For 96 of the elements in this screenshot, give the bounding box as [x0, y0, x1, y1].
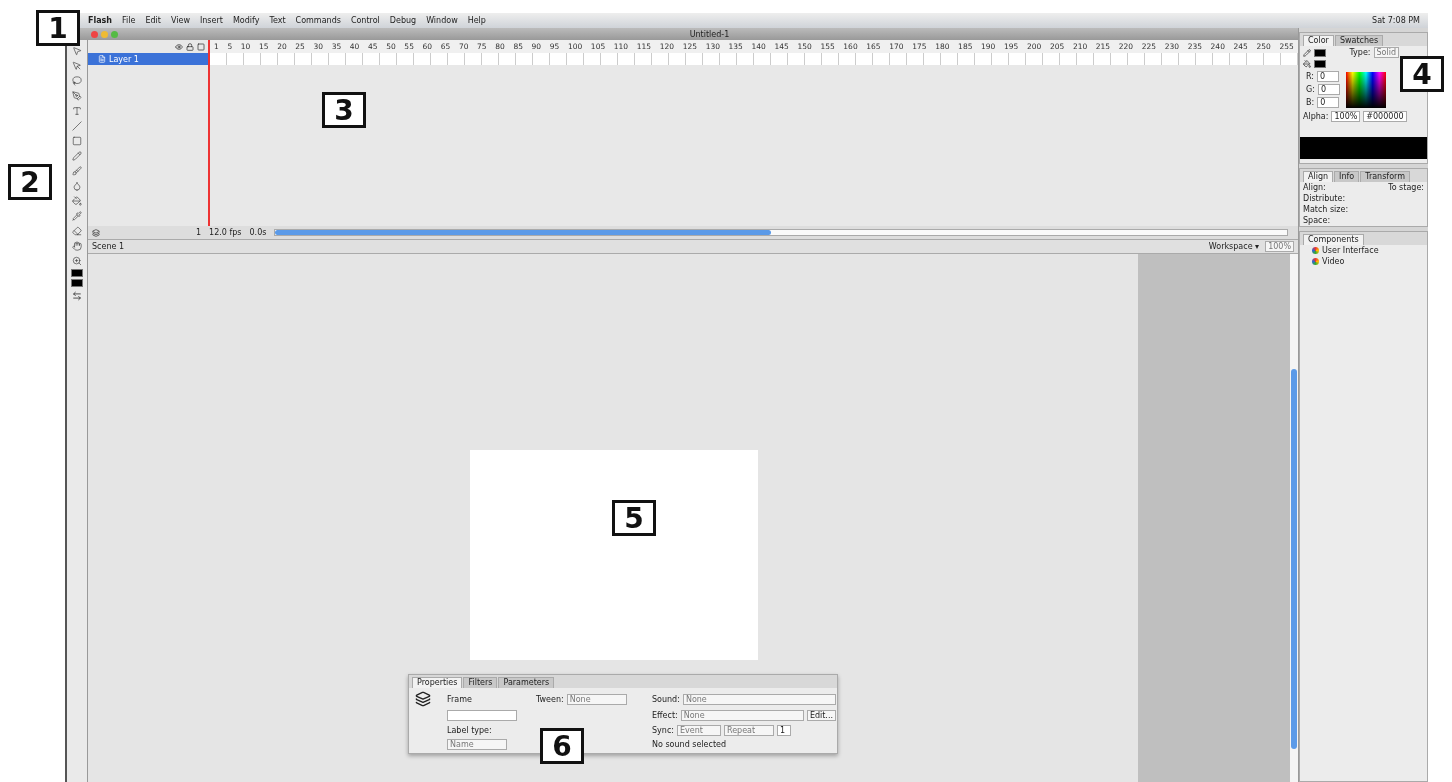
clock: Sat 7:08 PM [1372, 16, 1420, 25]
field-label: Sound: [652, 694, 680, 704]
menu-item[interactable]: Insert [199, 16, 223, 25]
panel-tab[interactable]: Info [1334, 171, 1360, 182]
line-icon[interactable] [69, 119, 85, 132]
field-label: Frame [447, 694, 473, 704]
field-label: R: [1306, 72, 1314, 81]
field-label: Type: [1349, 48, 1371, 57]
field-label: Effect: [652, 711, 678, 720]
eyedropper-icon[interactable] [69, 209, 85, 222]
brush-icon[interactable] [69, 164, 85, 177]
elapsed-time: 0.0s [249, 228, 267, 237]
callout-number: 6 [540, 728, 584, 764]
workspace-menu[interactable]: Workspace ▾ [1208, 242, 1260, 251]
tween-select[interactable]: None [566, 693, 627, 705]
panel-tab[interactable]: Swatches [1334, 35, 1384, 46]
paint-bucket-icon [1303, 60, 1311, 68]
sync-select[interactable]: Event [677, 725, 721, 736]
timeline-scrollbar[interactable] [274, 229, 1288, 236]
panel-tab[interactable]: Components [1303, 234, 1364, 245]
outline-icon[interactable] [197, 42, 205, 51]
panel-tab[interactable]: Properties [412, 677, 463, 688]
menu-item[interactable]: Help [467, 16, 486, 25]
panel-tab[interactable]: Filters [463, 677, 498, 688]
field-label: G: [1306, 85, 1315, 94]
close-icon[interactable] [91, 30, 98, 38]
layers-icon[interactable] [92, 228, 100, 237]
layer-icon [98, 55, 106, 63]
repeat-select[interactable]: Repeat [724, 725, 774, 736]
callout-number: 3 [322, 92, 366, 128]
component-item[interactable]: Video [1300, 256, 1427, 267]
field-label: Tween: [536, 694, 564, 704]
frame-rate: 12.0 fps [209, 228, 242, 237]
menu-item[interactable]: Flash [88, 16, 113, 25]
layer-row[interactable]: Layer 1 [88, 53, 210, 65]
stroke-color-swatch[interactable] [1314, 48, 1326, 57]
frame-name-field[interactable] [447, 710, 517, 721]
panel-tab[interactable]: Parameters [498, 677, 555, 688]
callout-number: 4 [1400, 56, 1444, 92]
field-label: Alpha: [1303, 112, 1329, 121]
field-label: Align: [1303, 183, 1326, 192]
lasso-icon[interactable] [69, 74, 85, 87]
field-label: Space: [1303, 216, 1331, 225]
menu-item[interactable]: Modify [232, 16, 260, 25]
menu-item[interactable]: Text [269, 16, 286, 25]
menu-item[interactable]: Debug [389, 16, 417, 25]
field-label: Sync: [652, 726, 674, 735]
field-label: Label type: [447, 726, 493, 735]
component-item[interactable]: User Interface [1300, 245, 1427, 256]
callout-number: 1 [36, 10, 80, 46]
menu-item[interactable]: Window [426, 16, 458, 25]
color-spectrum[interactable] [1345, 71, 1386, 108]
channel-field[interactable]: 0 [1317, 84, 1340, 95]
field-label: To stage: [1388, 183, 1424, 192]
menu-item[interactable]: View [170, 16, 190, 25]
pencil-icon [1303, 48, 1311, 57]
lock-icon[interactable] [186, 42, 194, 51]
panel-tab[interactable]: Align [1303, 171, 1334, 182]
scrollbar-thumb[interactable] [1291, 369, 1297, 749]
hex-field[interactable]: #000000 [1363, 111, 1407, 122]
effect-select[interactable]: None [680, 710, 804, 721]
menu-item[interactable]: Edit [145, 16, 161, 25]
field-label: B: [1306, 98, 1315, 107]
fill-color-swatch[interactable] [71, 279, 83, 287]
zoom-select[interactable]: 100% [1265, 241, 1294, 252]
sound-status: No sound selected [652, 740, 726, 749]
channel-field[interactable]: 0 [1317, 97, 1340, 108]
stroke-color-swatch[interactable] [71, 269, 83, 277]
eraser-icon[interactable] [69, 224, 85, 237]
window-title: Untitled-1 [689, 29, 730, 39]
fill-color-swatch[interactable] [1314, 60, 1326, 68]
field-label: Match size: [1303, 205, 1349, 214]
hand-icon[interactable] [69, 239, 85, 252]
alpha-field[interactable]: 100% [1331, 111, 1361, 122]
repeat-count-field[interactable]: 1 [777, 725, 791, 736]
callout-number: 5 [612, 500, 656, 536]
scrollbar-thumb[interactable] [275, 230, 772, 235]
field-label: Distribute: [1303, 194, 1346, 203]
eye-icon[interactable] [175, 42, 183, 51]
menu-item[interactable]: Commands [295, 16, 341, 25]
menu-item[interactable]: File [122, 16, 136, 25]
vertical-scrollbar[interactable] [1290, 254, 1298, 782]
callout-number: 2 [8, 164, 52, 200]
type-select[interactable]: Solid [1373, 47, 1399, 58]
panel-tab[interactable]: Transform [1360, 171, 1410, 182]
scene-link[interactable]: Scene 1 [92, 242, 125, 251]
paint-bucket-icon[interactable] [69, 194, 85, 207]
current-frame: 1 [196, 228, 202, 237]
edit-button[interactable]: Edit... [806, 710, 836, 721]
channel-field[interactable]: 0 [1317, 71, 1339, 82]
menu-item[interactable]: Control [350, 16, 380, 25]
sound-select[interactable]: None [682, 693, 836, 705]
pen-icon[interactable] [69, 89, 85, 102]
panel-tab[interactable]: Color [1303, 35, 1334, 46]
label-type-select[interactable]: Name [447, 739, 507, 750]
pencil-icon[interactable] [69, 149, 85, 162]
